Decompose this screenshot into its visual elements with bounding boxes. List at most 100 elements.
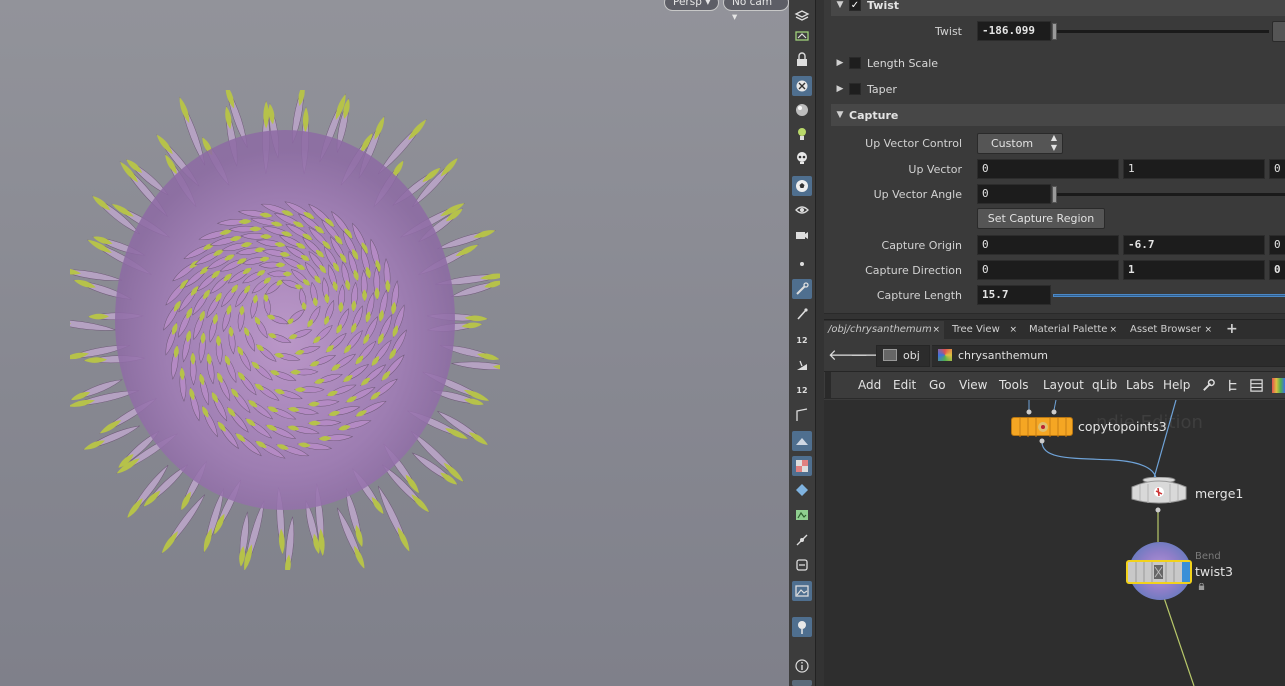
pane-divider[interactable] xyxy=(816,0,824,686)
tree-layout-icon[interactable] xyxy=(1226,378,1241,393)
up-vector-angle-slider-track[interactable] xyxy=(1053,193,1285,196)
forward-arrow-icon[interactable]: 🡒 xyxy=(850,348,890,364)
point-numbers-icon[interactable]: 12 xyxy=(792,330,812,350)
twist-input[interactable]: -186.099 xyxy=(977,21,1051,41)
uv-icon[interactable] xyxy=(792,480,812,500)
eye-camera-icon[interactable] xyxy=(792,200,812,220)
map-icon[interactable] xyxy=(792,505,812,525)
normals-icon[interactable] xyxy=(792,355,812,375)
lock-icon xyxy=(1198,580,1205,590)
up-vector-angle-slider-knob[interactable] xyxy=(1052,186,1057,203)
render-camera-icon[interactable] xyxy=(792,225,812,245)
cam-menu[interactable]: No cam ▾ xyxy=(723,0,789,23)
up-vector-y-input[interactable]: 1 xyxy=(1123,159,1265,179)
handle-icon[interactable] xyxy=(792,555,812,575)
back-arrow-icon[interactable]: 🡐 xyxy=(828,348,868,364)
twist-extra-button[interactable] xyxy=(1272,21,1285,42)
close-icon[interactable]: × xyxy=(1009,321,1017,339)
texture-checker-icon[interactable] xyxy=(792,456,812,476)
capture-direction-y-input[interactable]: 1 xyxy=(1123,260,1265,280)
breadcrumb-chrysanthemum[interactable]: chrysanthemum xyxy=(932,345,1285,367)
capture-origin-y-input[interactable]: -6.7 xyxy=(1123,235,1265,255)
twist-slider-knob[interactable] xyxy=(1052,23,1057,40)
twist-enable-checkbox[interactable]: ✓ xyxy=(849,0,861,11)
camera-menu[interactable]: Persp ▾ xyxy=(664,0,720,11)
edge-icon[interactable] xyxy=(792,405,812,425)
display-options-icon[interactable] xyxy=(792,25,812,45)
background-image-icon[interactable] xyxy=(792,581,812,601)
expand-triangle-icon[interactable]: ▶ xyxy=(831,84,849,94)
expand-triangle-icon[interactable]: ▶ xyxy=(831,58,849,68)
lock-icon[interactable] xyxy=(792,50,812,70)
pick-icon[interactable] xyxy=(792,304,812,324)
menu-view[interactable]: View xyxy=(959,378,987,392)
layers-icon[interactable] xyxy=(792,4,812,24)
menu-add[interactable]: Add xyxy=(858,378,881,392)
tab-material-palette-label: Material Palette xyxy=(1029,324,1108,335)
taper-checkbox[interactable] xyxy=(849,83,861,95)
capture-direction-z-input[interactable]: 0 xyxy=(1269,260,1285,280)
viewport-toolbar: 12 12 xyxy=(789,0,816,686)
capture-section-header[interactable]: ▼ Capture xyxy=(831,104,1285,126)
collapse-triangle-icon[interactable]: ▼ xyxy=(831,0,849,10)
menu-labs[interactable]: Labs xyxy=(1126,378,1154,392)
menu-go[interactable]: Go xyxy=(929,378,946,392)
up-vector-z-input[interactable]: 0 xyxy=(1269,159,1285,179)
brush-icon[interactable] xyxy=(792,279,812,299)
menu-qlib[interactable]: qLib xyxy=(1092,378,1117,392)
taper-header[interactable]: ▶ Taper xyxy=(831,78,1285,100)
menu-tools[interactable]: Tools xyxy=(999,378,1029,392)
tab-asset-browser[interactable]: Asset Browser × xyxy=(1126,321,1216,340)
up-vector-control-menu[interactable]: Custom ▲ ▼ xyxy=(977,133,1063,154)
menu-layout[interactable]: Layout xyxy=(1043,378,1084,392)
light-bulb-icon[interactable] xyxy=(792,124,812,144)
capture-direction-x-input[interactable]: 0 xyxy=(977,260,1119,280)
info-icon[interactable] xyxy=(792,656,812,676)
primitive-numbers-icon[interactable]: 12 xyxy=(792,380,812,400)
up-vector-control-row: Up Vector Control Custom ▲ ▼ xyxy=(824,133,1285,155)
capture-origin-z-input[interactable]: 0 xyxy=(1269,235,1285,255)
close-icon[interactable]: × xyxy=(932,321,940,339)
tab-material-palette[interactable]: Material Palette × xyxy=(1025,321,1121,340)
ghost-icon[interactable] xyxy=(792,76,812,96)
close-icon[interactable]: × xyxy=(1109,321,1117,339)
close-icon[interactable]: × xyxy=(1204,321,1212,339)
tab-network-label: /obj/chrysanthemum xyxy=(828,324,932,335)
primitive-numbers-label: 12 xyxy=(796,385,808,395)
menu-help[interactable]: Help xyxy=(1163,378,1190,392)
tab-tree-view[interactable]: Tree View × xyxy=(948,321,1021,340)
tab-network[interactable]: /obj/chrysanthemum × xyxy=(824,321,944,340)
list-view-icon[interactable] xyxy=(1249,378,1264,393)
menu-edit[interactable]: Edit xyxy=(893,378,916,392)
twist-node[interactable] xyxy=(1126,560,1192,584)
twist-slider-track[interactable] xyxy=(1053,30,1269,33)
bottom-toggle-icon[interactable] xyxy=(792,680,812,686)
merge-node-label: merge1 xyxy=(1195,486,1244,501)
length-scale-header[interactable]: ▶ Length Scale xyxy=(831,52,1285,74)
set-capture-region-button[interactable]: Set Capture Region xyxy=(977,208,1105,229)
snap-icon[interactable] xyxy=(792,530,812,550)
up-vector-angle-input[interactable]: 0 xyxy=(977,184,1051,204)
add-tab-icon[interactable]: + xyxy=(1222,321,1242,340)
soccer-ball-icon[interactable] xyxy=(792,176,812,196)
length-scale-checkbox[interactable] xyxy=(849,57,861,69)
sculpt-icon[interactable] xyxy=(792,431,812,451)
point-icon[interactable] xyxy=(792,254,812,274)
copytopoints-node[interactable] xyxy=(1011,417,1073,437)
scene-viewport[interactable]: Persp ▾ No cam ▾ xyxy=(0,0,789,686)
breadcrumb-obj[interactable]: obj xyxy=(876,345,930,367)
capture-length-input[interactable]: 15.7 xyxy=(977,285,1051,305)
twist-section-header[interactable]: ▼ ✓ Twist xyxy=(831,0,1285,16)
menu-handle[interactable] xyxy=(825,372,831,399)
pin-icon[interactable] xyxy=(792,617,812,637)
capture-origin-x-input[interactable]: 0 xyxy=(977,235,1119,255)
color-palette-icon[interactable] xyxy=(1272,378,1285,393)
capture-length-slider-track[interactable] xyxy=(1053,294,1285,297)
merge-node[interactable] xyxy=(1128,476,1190,505)
up-vector-x-input[interactable]: 0 xyxy=(977,159,1119,179)
skull-icon[interactable] xyxy=(792,148,812,168)
shading-sphere-icon[interactable] xyxy=(792,100,812,120)
network-editor[interactable]: ndie Edition copytopoints3 merge1 Bend t… xyxy=(824,400,1285,686)
wrench-icon[interactable] xyxy=(1201,378,1216,393)
collapse-triangle-icon[interactable]: ▼ xyxy=(831,110,849,120)
